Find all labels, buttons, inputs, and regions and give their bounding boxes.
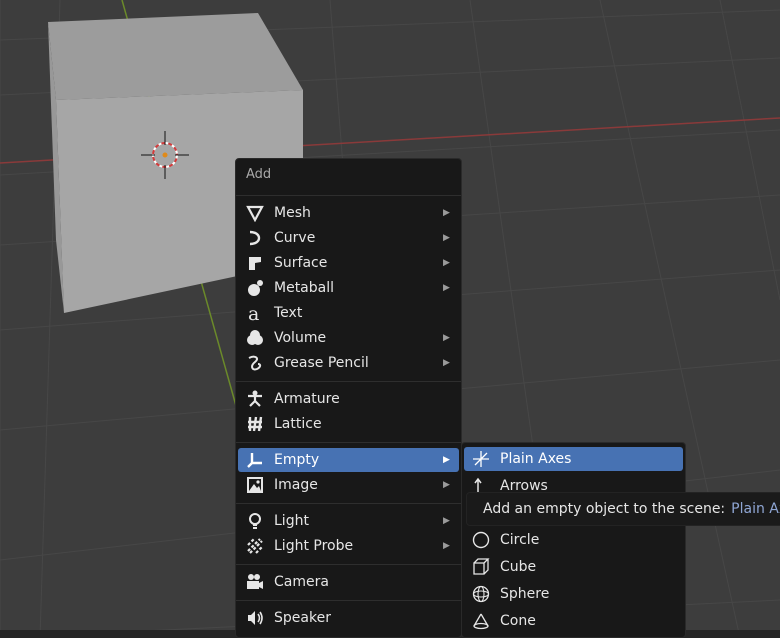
menu-item-label: Cube [500, 559, 537, 575]
camera-icon [244, 571, 266, 593]
menu-item-label: Armature [274, 391, 340, 407]
grease-pencil-icon [244, 352, 266, 374]
submenu-arrow-icon: ▶ [443, 480, 450, 490]
menu-item-label: Image [274, 477, 318, 493]
armature-icon [244, 388, 266, 410]
menu-separator [236, 442, 461, 443]
text-icon: a [244, 302, 266, 324]
speaker-icon [244, 607, 266, 629]
empty-icon [244, 449, 266, 471]
submenu-item-plain-axes[interactable]: Plain Axes [464, 447, 683, 471]
submenu-arrow-icon: ▶ [443, 258, 450, 268]
menu-separator [236, 381, 461, 382]
submenu-item-cube[interactable]: Cube [464, 555, 683, 579]
empty-submenu: Plain Axes Arrows Circle Cube Sphere Con… [461, 442, 686, 638]
menu-item-light[interactable]: Light ▶ [238, 509, 459, 533]
menu-item-curve[interactable]: Curve ▶ [238, 226, 459, 250]
cube-icon [470, 556, 492, 578]
sphere-icon [470, 583, 492, 605]
menu-item-label: Camera [274, 574, 329, 590]
submenu-arrow-icon: ▶ [443, 333, 450, 343]
image-icon [244, 474, 266, 496]
submenu-item-sphere[interactable]: Sphere [464, 582, 683, 606]
menu-item-label: Cone [500, 613, 536, 629]
curve-icon [244, 227, 266, 249]
volume-icon [244, 327, 266, 349]
menu-separator [236, 600, 461, 601]
menu-item-label: Volume [274, 330, 327, 346]
menu-item-mesh[interactable]: Mesh ▶ [238, 201, 459, 225]
menu-item-label: Light [274, 513, 309, 529]
menu-item-lattice[interactable]: Lattice [238, 412, 459, 436]
submenu-arrow-icon: ▶ [443, 541, 450, 551]
tooltip: Add an empty object to the scene: Plain … [466, 492, 780, 526]
svg-text:a: a [248, 304, 259, 322]
menu-item-label: Speaker [274, 610, 331, 626]
menu-item-label: Sphere [500, 586, 550, 602]
menu-item-grease-pencil[interactable]: Grease Pencil ▶ [238, 351, 459, 375]
submenu-item-circle[interactable]: Circle [464, 528, 683, 552]
submenu-item-cone[interactable]: Cone [464, 609, 683, 633]
menu-item-label: Grease Pencil [274, 355, 369, 371]
submenu-arrow-icon: ▶ [443, 358, 450, 368]
menu-item-label: Empty [274, 452, 320, 468]
menu-separator [236, 503, 461, 504]
menu-item-label: Lattice [274, 416, 322, 432]
menu-item-light-probe[interactable]: Light Probe ▶ [238, 534, 459, 558]
menu-item-speaker[interactable]: Speaker [238, 606, 459, 630]
circle-icon [470, 529, 492, 551]
menu-item-image[interactable]: Image ▶ [238, 473, 459, 497]
menu-item-surface[interactable]: Surface ▶ [238, 251, 459, 275]
metaball-icon [244, 277, 266, 299]
menu-item-label: Circle [500, 532, 540, 548]
menu-item-label: Surface [274, 255, 328, 271]
cone-icon [470, 610, 492, 632]
submenu-arrow-icon: ▶ [443, 283, 450, 293]
menu-item-label: Plain Axes [500, 451, 572, 467]
add-menu-title: Add [246, 167, 272, 182]
submenu-arrow-icon: ▶ [443, 516, 450, 526]
menu-item-metaball[interactable]: Metaball ▶ [238, 276, 459, 300]
menu-item-empty[interactable]: Empty ▶ [238, 448, 459, 472]
add-menu: Add Mesh ▶ Curve ▶ Surface ▶ Metaball ▶ … [235, 158, 462, 638]
menu-item-camera[interactable]: Camera [238, 570, 459, 594]
submenu-arrow-icon: ▶ [443, 208, 450, 218]
surface-icon [244, 252, 266, 274]
tooltip-text: Add an empty object to the scene: [483, 501, 726, 517]
menu-item-label: Light Probe [274, 538, 354, 554]
light-probe-icon [244, 535, 266, 557]
menu-separator [236, 564, 461, 565]
plain-axes-icon [470, 448, 492, 470]
lattice-icon [244, 413, 266, 435]
submenu-arrow-icon: ▶ [443, 233, 450, 243]
menu-separator [236, 195, 461, 196]
menu-item-text[interactable]: a Text [238, 301, 459, 325]
menu-item-label: Metaball [274, 280, 335, 296]
menu-item-label: Text [274, 305, 303, 321]
tooltip-value: Plain Axes [731, 501, 780, 517]
menu-item-label: Curve [274, 230, 316, 246]
mesh-icon [244, 202, 266, 224]
light-icon [244, 510, 266, 532]
menu-item-label: Mesh [274, 205, 311, 221]
submenu-arrow-icon: ▶ [443, 455, 450, 465]
menu-item-volume[interactable]: Volume ▶ [238, 326, 459, 350]
menu-item-armature[interactable]: Armature [238, 387, 459, 411]
